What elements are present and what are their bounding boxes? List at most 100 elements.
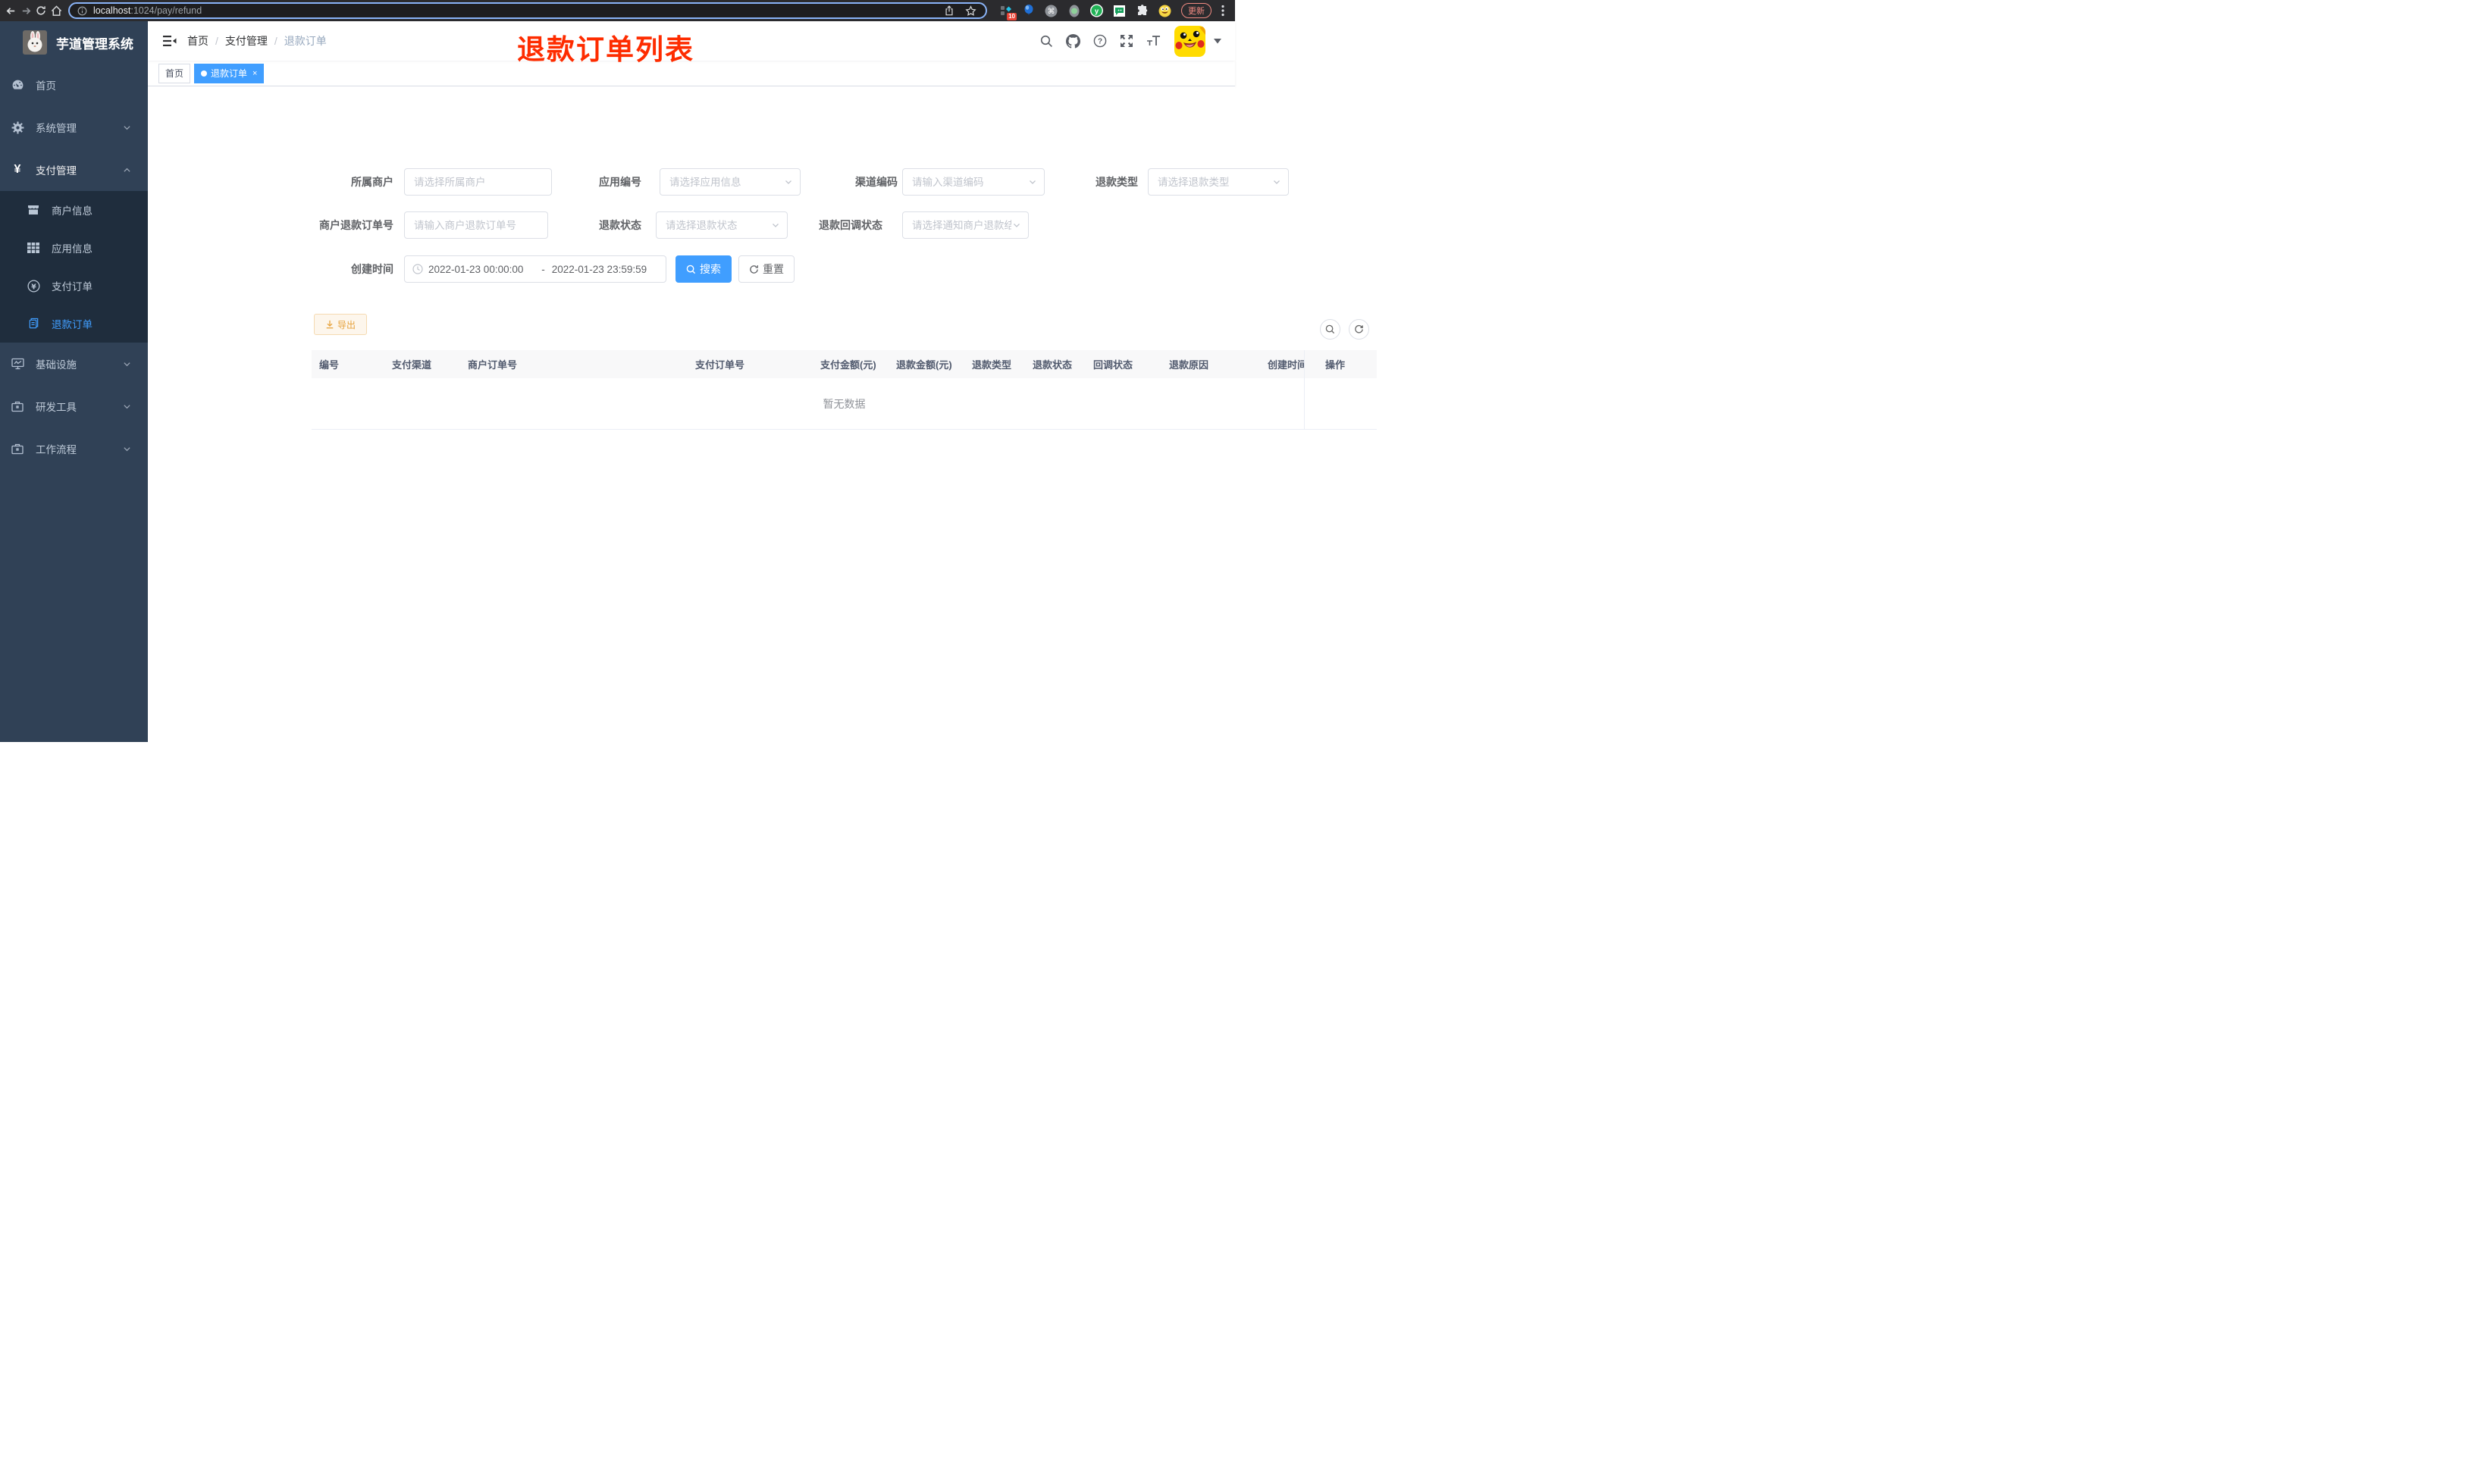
col-create-time: 创建时间 (1268, 359, 1305, 371)
caret-down-icon[interactable] (1214, 38, 1221, 44)
sidebar-item-pay[interactable]: ¥ 支付管理 (0, 149, 148, 191)
notify-status-input[interactable] (903, 212, 1028, 238)
table-empty-row: 暂无数据 (312, 378, 1377, 430)
svg-text:¥: ¥ (31, 283, 36, 291)
refund-status-input[interactable] (657, 212, 787, 238)
browser-forward-button[interactable] (18, 3, 33, 18)
sidebar-item-refund-order[interactable]: 退款订单 (0, 305, 148, 343)
chevron-up-icon (123, 166, 131, 174)
reset-button[interactable]: 重置 (738, 255, 795, 283)
date-end-value[interactable]: 2022-01-23 23:59:59 (552, 264, 658, 275)
sidebar-item-label: 退款订单 (52, 319, 92, 330)
sidebar-item-workflow[interactable]: 工作流程 (0, 427, 148, 470)
search-button[interactable]: 搜索 (675, 255, 732, 283)
extension-camera-icon[interactable] (1067, 5, 1080, 17)
extension-badge: 10 (1007, 12, 1017, 20)
date-start-value[interactable]: 2022-01-23 00:00:00 (428, 264, 534, 275)
notify-status-select[interactable] (902, 211, 1029, 239)
col-pay-amount: 支付金额(元) (820, 359, 876, 371)
extension-tabs-icon[interactable]: 10 (999, 5, 1017, 20)
clock-icon (412, 264, 423, 274)
sidebar-item-system[interactable]: 系统管理 (0, 106, 148, 149)
sidebar-item-infra[interactable]: 基础设施 (0, 343, 148, 385)
sidebar-item-home[interactable]: 首页 (0, 64, 148, 106)
extension-y-icon[interactable]: y (1090, 4, 1103, 17)
filter-label-create-time: 创建时间 (351, 263, 393, 275)
share-icon[interactable] (942, 3, 957, 18)
toggle-search-button[interactable] (1320, 319, 1340, 340)
svg-text:y: y (1095, 8, 1099, 16)
refund-type-select[interactable] (1148, 168, 1289, 196)
browser-update-button[interactable]: 更新 (1181, 3, 1211, 18)
table-grid-icon (27, 243, 40, 253)
hamburger-icon[interactable] (148, 35, 183, 47)
chevron-down-icon (123, 402, 131, 411)
app-select[interactable] (660, 168, 801, 196)
help-icon[interactable]: ? (1093, 34, 1107, 48)
col-pay-order-no: 支付订单号 (695, 359, 745, 371)
export-button[interactable]: 导出 (314, 314, 367, 335)
filter-label-notify-status: 退款回调状态 (819, 219, 882, 231)
tab-close-icon[interactable]: × (252, 69, 257, 78)
create-time-range-picker[interactable]: 2022-01-23 00:00:00 - 2022-01-23 23:59:5… (404, 255, 666, 283)
extension-emoji-icon[interactable] (1158, 5, 1171, 17)
merchant-refund-no-field[interactable] (404, 211, 548, 239)
extension-command-icon[interactable]: ⌘ (1045, 5, 1058, 17)
breadcrumb-pay[interactable]: 支付管理 (225, 33, 268, 49)
sidebar-item-pay-order[interactable]: ¥ 支付订单 (0, 267, 148, 305)
url-host: localhost (93, 5, 131, 16)
github-icon[interactable] (1066, 33, 1080, 49)
fullscreen-icon[interactable] (1120, 34, 1133, 48)
browser-home-button[interactable] (49, 3, 64, 18)
extension-balloon-icon[interactable] (1022, 5, 1035, 17)
tab-refund-order[interactable]: 退款订单 × (194, 63, 265, 83)
app-input[interactable] (660, 169, 800, 195)
col-pay-channel: 支付渠道 (392, 359, 432, 371)
browser-reload-button[interactable] (33, 3, 49, 18)
col-actions: 操作 (1325, 359, 1346, 371)
filter-label-refund-status: 退款状态 (599, 219, 641, 231)
search-icon[interactable] (1040, 35, 1053, 48)
sidebar: 芋道管理系统 首页 系统管理 ¥ 支付管理 商户信息 应用信息 ¥ 支付订单 退… (0, 21, 148, 742)
sidebar-item-merchant-info[interactable]: 商户信息 (0, 191, 148, 229)
refresh-button[interactable] (1349, 319, 1369, 340)
channel-select[interactable] (902, 168, 1045, 196)
url-text[interactable]: localhost:1024/pay/refund (93, 5, 202, 16)
sidebar-item-label: 商户信息 (52, 205, 92, 217)
merchant-input[interactable] (405, 169, 551, 195)
merchant-select[interactable] (404, 168, 552, 196)
pay-submenu: 商户信息 应用信息 ¥ 支付订单 退款订单 (0, 191, 148, 343)
browser-back-button[interactable] (3, 3, 18, 18)
address-bar[interactable]: localhost:1024/pay/refund (68, 2, 987, 19)
table-header: 编号 支付渠道 商户订单号 支付订单号 支付金额(元) 退款金额(元) 退款类型… (312, 350, 1377, 378)
browser-menu-icon[interactable] (1221, 5, 1224, 17)
empty-text: 暂无数据 (823, 397, 866, 410)
font-size-icon[interactable] (1146, 35, 1161, 47)
sidebar-logo[interactable]: 芋道管理系统 (0, 21, 148, 64)
yen-icon: ¥ (14, 163, 21, 176)
refund-status-select[interactable] (656, 211, 788, 239)
col-callback-status: 回调状态 (1093, 359, 1133, 371)
refund-type-input[interactable] (1149, 169, 1288, 195)
bookmark-star-icon[interactable] (963, 3, 978, 18)
filter-label-app: 应用编号 (599, 176, 641, 188)
refund-table: 编号 支付渠道 商户订单号 支付订单号 支付金额(元) 退款金额(元) 退款类型… (312, 350, 1377, 430)
briefcase-icon (11, 400, 24, 412)
channel-input[interactable] (903, 169, 1044, 195)
extensions-puzzle-icon[interactable] (1136, 5, 1149, 17)
export-button-label: 导出 (337, 319, 356, 330)
sidebar-item-app-info[interactable]: 应用信息 (0, 229, 148, 267)
date-separator: - (541, 263, 545, 275)
chevron-down-icon (123, 360, 131, 368)
breadcrumb-home[interactable]: 首页 (187, 33, 208, 49)
app-title: 芋道管理系统 (56, 36, 133, 52)
avatar[interactable] (1174, 25, 1205, 57)
col-refund-reason: 退款原因 (1169, 359, 1209, 371)
merchant-refund-no-input[interactable] (405, 212, 547, 238)
tab-home[interactable]: 首页 (158, 63, 191, 83)
extension-chat-icon[interactable] (1113, 5, 1126, 17)
breadcrumb-separator: / (215, 35, 218, 47)
site-info-icon[interactable] (77, 6, 87, 16)
svg-text:?: ? (1098, 38, 1102, 46)
sidebar-item-devtools[interactable]: 研发工具 (0, 385, 148, 427)
